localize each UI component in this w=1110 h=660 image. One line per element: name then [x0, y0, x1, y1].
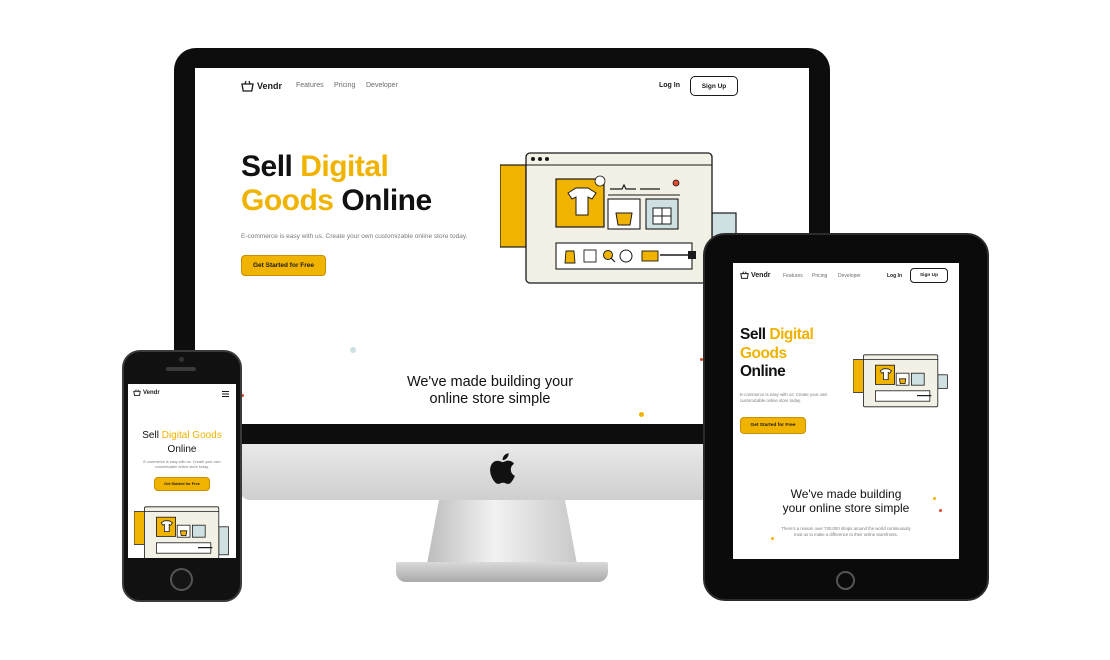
basket-icon	[740, 271, 749, 279]
decor-dot	[933, 497, 936, 500]
tablet-screen: Vendr Features Pricing Developer Log In …	[733, 263, 959, 559]
mobile-get-started-button[interactable]: Get Started for Free	[154, 477, 210, 491]
mobile-hero-digital-goods: Digital Goods	[161, 430, 222, 441]
hero-title: Sell Digital Goods Online	[241, 150, 432, 218]
brand-name: Vendr	[257, 81, 283, 91]
tablet-nav-features[interactable]: Features	[783, 273, 803, 279]
mobile-hero-sell: Sell	[142, 430, 159, 441]
imac-foot	[396, 562, 608, 582]
section-heading-line1: We've made building your	[406, 374, 574, 390]
desktop-navbar: Vendr	[241, 78, 282, 94]
tablet-brand-logo[interactable]: Vendr	[740, 271, 770, 279]
tablet-section-line1: We've made building	[790, 487, 902, 501]
tablet-hero-subtitle: E-commerce is easy with us. Create your …	[740, 392, 828, 403]
imac-chin	[240, 444, 765, 500]
signup-button[interactable]: Sign Up	[690, 76, 738, 96]
mobile-hero-online: Online	[167, 443, 197, 455]
tablet-section-heading: We've made building your online store si…	[756, 487, 936, 516]
tablet-hero-sell: Sell	[740, 326, 766, 343]
nav-link-developer[interactable]: Developer	[366, 82, 398, 89]
mobile-brand-name: Vendr	[143, 389, 160, 396]
hero-subtitle: E-commerce is easy with us. Create your …	[241, 233, 468, 240]
tablet-hero-online: Online	[740, 363, 786, 381]
tablet-hero-goods: Goods	[740, 344, 787, 362]
iphone-home-button[interactable]	[170, 568, 193, 591]
hero-title-goods: Goods	[241, 183, 334, 217]
section-heading-line2: online store simple	[429, 390, 551, 407]
nav-link-features[interactable]: Features	[296, 82, 324, 89]
decor-dot	[939, 509, 942, 512]
decor-dot	[771, 537, 774, 540]
imac-stand	[427, 500, 577, 564]
apple-logo-icon	[490, 453, 515, 484]
section-heading: We've made building your online store si…	[375, 374, 605, 407]
tablet-nav-pricing[interactable]: Pricing	[812, 273, 827, 279]
tablet-section-line2: your online store simple	[782, 501, 910, 516]
decor-dot	[639, 412, 644, 417]
iphone-camera	[179, 357, 184, 362]
tablet-storefront-illustration	[853, 354, 948, 408]
brand-logo[interactable]: Vendr	[241, 80, 282, 92]
hero-title-online: Online	[333, 183, 432, 217]
hero-title-sell: Sell	[241, 150, 301, 183]
ipad-home-button[interactable]	[836, 571, 855, 590]
tablet-nav-developer[interactable]: Developer	[838, 273, 861, 279]
basket-icon	[133, 389, 141, 396]
basket-icon	[241, 80, 254, 92]
tablet-get-started-button[interactable]: Get Started for Free	[740, 417, 806, 434]
login-link[interactable]: Log In	[659, 82, 680, 89]
iphone-speaker	[166, 367, 196, 371]
nav-link-pricing[interactable]: Pricing	[334, 82, 355, 89]
mobile-storefront-illustration	[134, 506, 229, 558]
tablet-brand-name: Vendr	[751, 271, 771, 279]
get-started-button[interactable]: Get Started for Free	[241, 255, 326, 276]
hero-title-digital: Digital	[300, 150, 389, 183]
mobile-brand-logo[interactable]: Vendr	[133, 389, 160, 396]
tablet-signup-button[interactable]: Sign Up	[910, 268, 948, 283]
tablet-hero-digital: Digital	[769, 326, 814, 343]
mobile-screen: Vendr Sell Digital Goods Online E-commer…	[128, 384, 236, 558]
tablet-hero-title: Sell Digital Goods Online	[740, 326, 814, 382]
hamburger-icon[interactable]	[222, 391, 229, 397]
mobile-hero-title: Sell Digital Goods Online	[128, 429, 236, 456]
mobile-hero-subtitle: E-commerce is easy with us. Create your …	[143, 460, 221, 470]
tablet-login-link[interactable]: Log In	[887, 273, 902, 279]
decor-dot	[350, 347, 356, 353]
tablet-section-body: There's a reason over 700,000 shops arou…	[781, 526, 911, 538]
